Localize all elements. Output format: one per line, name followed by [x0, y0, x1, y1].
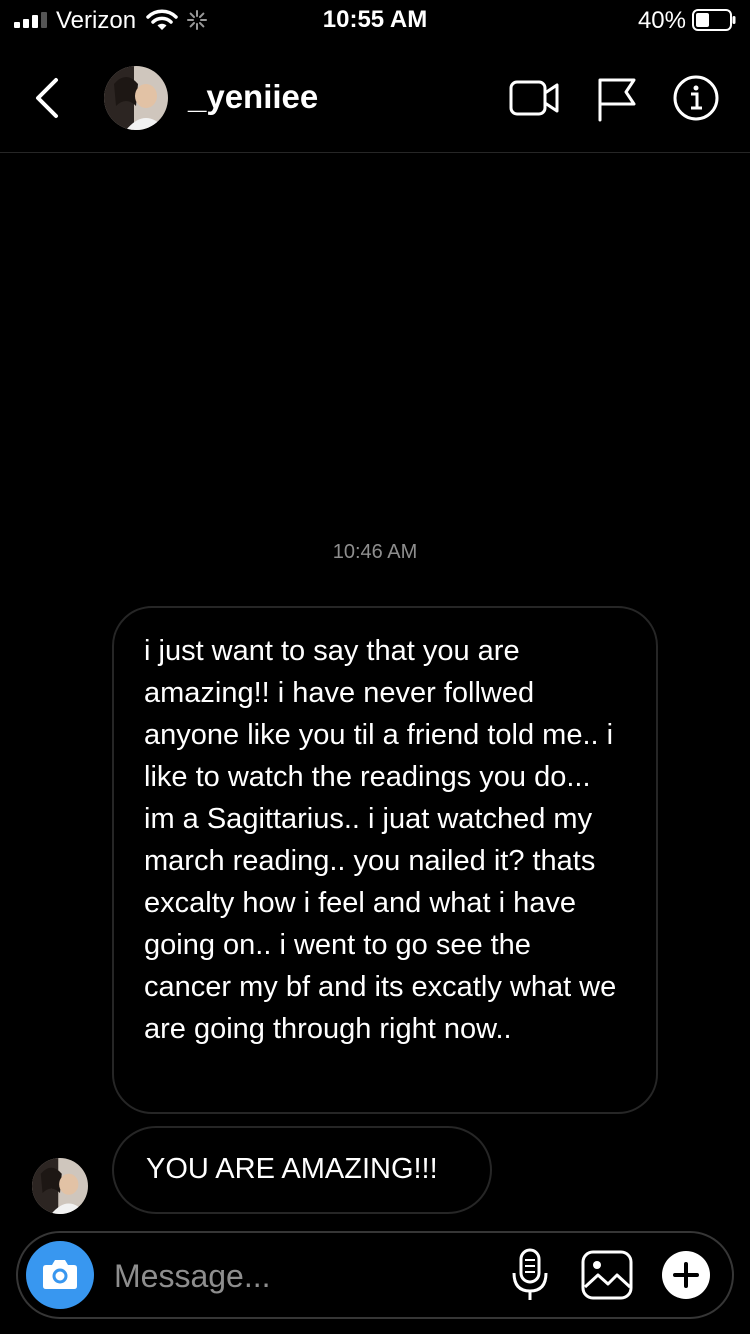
- camera-button[interactable]: [26, 1241, 94, 1309]
- message-composer: [16, 1231, 734, 1319]
- add-button[interactable]: [662, 1251, 710, 1299]
- message-bubble[interactable]: i just want to say that you are amazing!…: [112, 606, 658, 1114]
- message-input[interactable]: [112, 1249, 496, 1303]
- camera-icon: [43, 1260, 77, 1289]
- plus-icon: [673, 1262, 699, 1288]
- sender-avatar[interactable]: [32, 1158, 88, 1214]
- back-icon[interactable]: [30, 74, 66, 122]
- battery-icon: [692, 9, 736, 31]
- status-bar: Verizon 10:55 AM 40%: [0, 0, 750, 40]
- gallery-icon[interactable]: [580, 1249, 634, 1301]
- chat-header: _yeniiee: [0, 44, 750, 153]
- message-bubble[interactable]: YOU ARE AMAZING!!!: [112, 1126, 492, 1214]
- flag-icon[interactable]: [592, 74, 644, 122]
- microphone-icon[interactable]: [510, 1247, 550, 1303]
- battery-percentage: 40%: [637, 7, 686, 34]
- chat-username[interactable]: _yeniiee: [188, 78, 318, 116]
- info-icon[interactable]: [670, 74, 722, 122]
- video-call-icon[interactable]: [508, 74, 560, 122]
- message-timestamp: 10:46 AM: [332, 541, 418, 563]
- avatar[interactable]: [104, 66, 168, 130]
